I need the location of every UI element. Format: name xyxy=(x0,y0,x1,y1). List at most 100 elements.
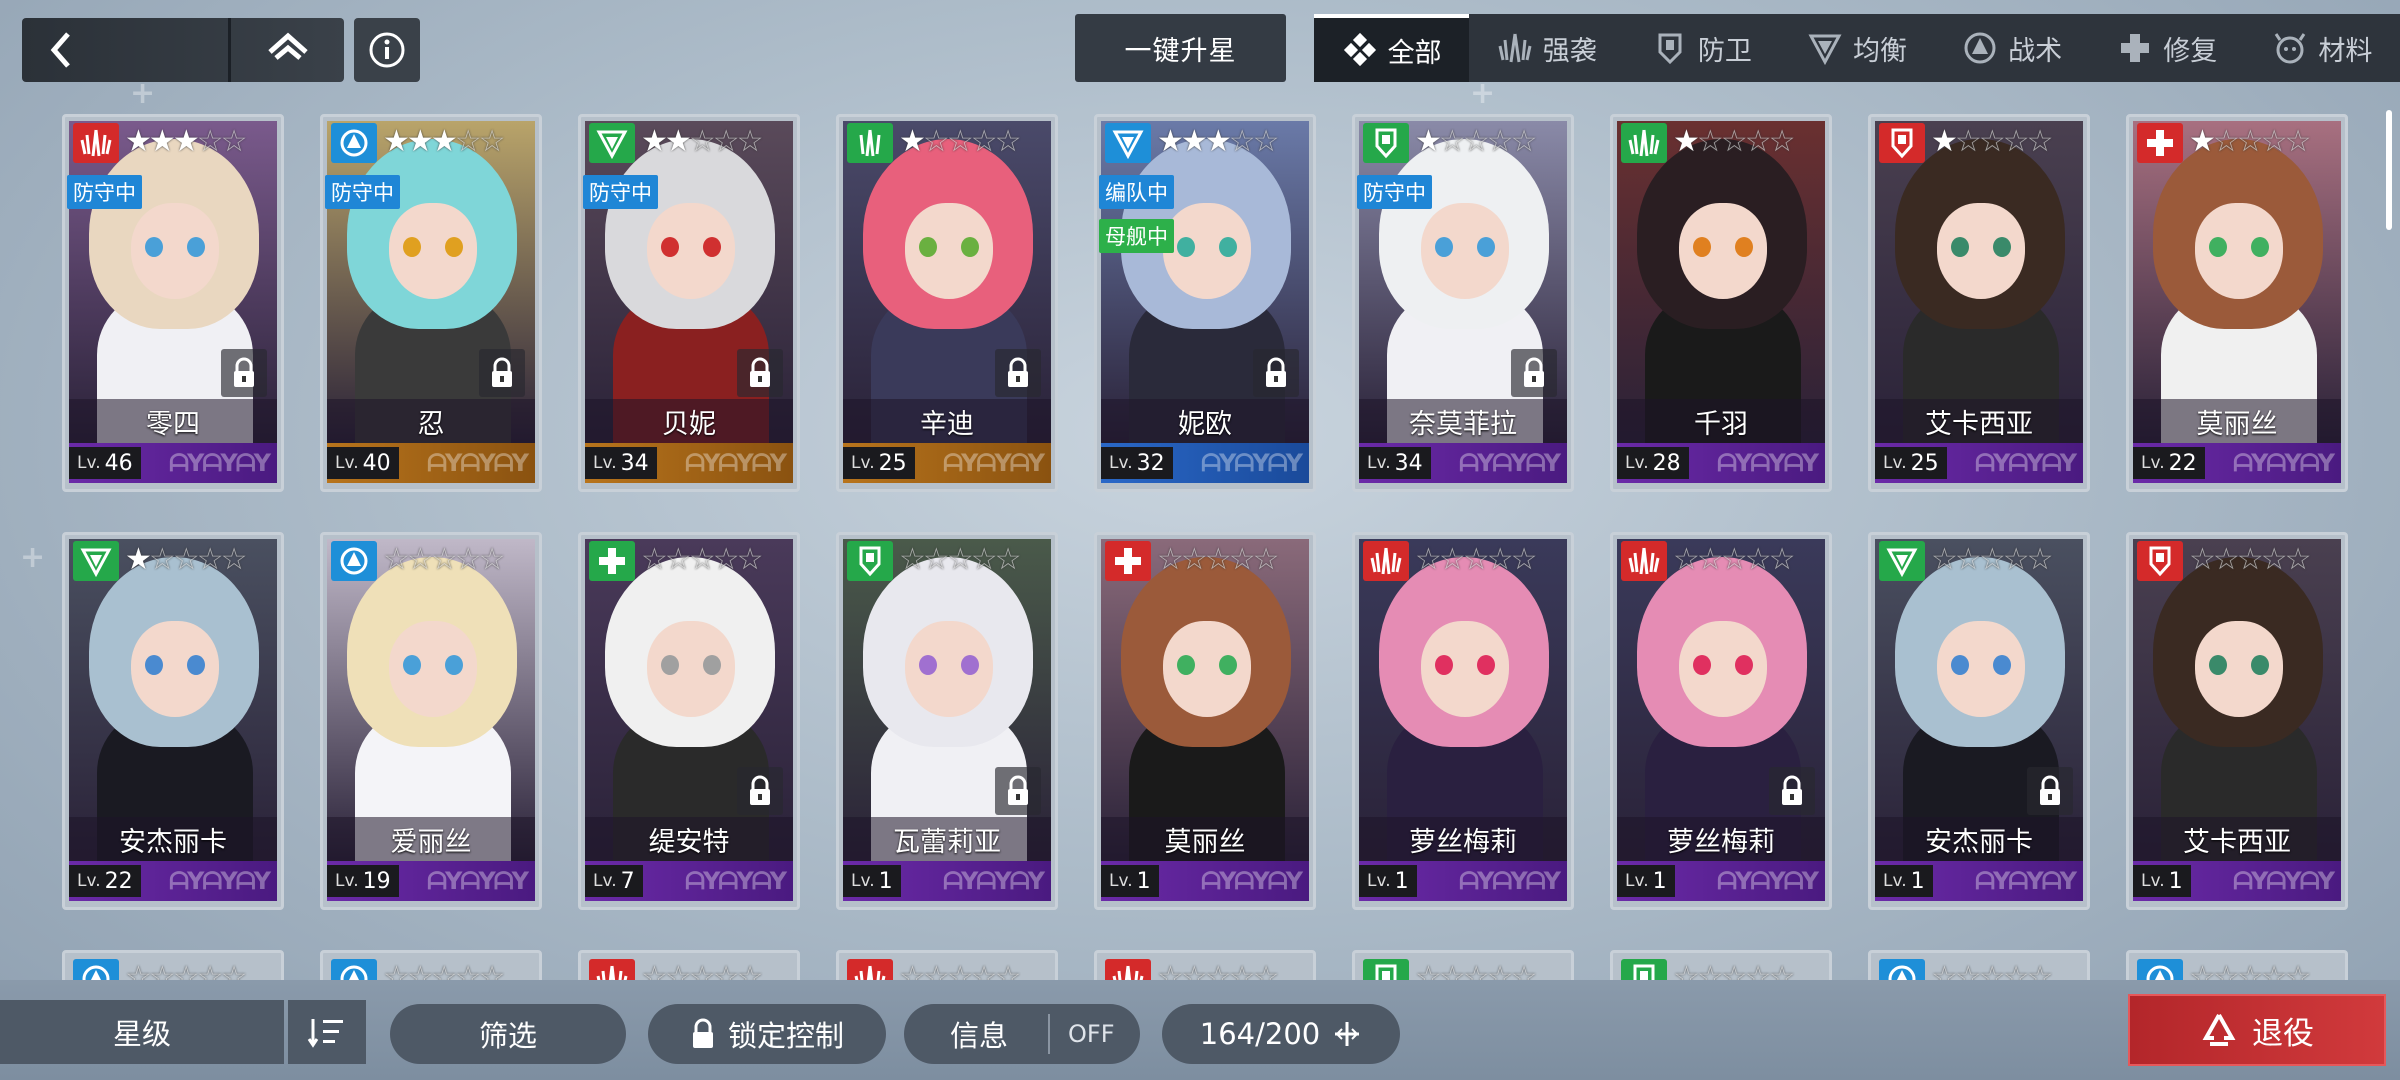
bottom-bar: 星级 筛选 锁定控制 信息 OFF 164/200 退役 xyxy=(0,980,2400,1080)
unit-name: 辛迪 xyxy=(843,399,1051,443)
unit-name: 贝妮 xyxy=(585,399,793,443)
lock-icon[interactable] xyxy=(1253,349,1299,397)
star-rating: ★☆☆☆☆ xyxy=(1673,124,1796,159)
unit-name: 萝丝梅莉 xyxy=(1617,817,1825,861)
unit-card[interactable]: ★☆☆☆☆ 艾卡西亚 Lv. 25 ᗩYᗩYᗩY xyxy=(1868,114,2090,492)
nav-block xyxy=(22,18,344,82)
status-badge: 编队中 xyxy=(1099,175,1174,209)
back-button[interactable] xyxy=(22,18,222,82)
unit-card[interactable]: ★★★☆☆ 防守中忍 Lv. 40 ᗩYᗩYᗩY xyxy=(320,114,542,492)
unit-card[interactable]: ★☆☆☆☆ 莫丽丝 Lv. 22 ᗩYᗩYᗩY xyxy=(2126,114,2348,492)
lock-icon[interactable] xyxy=(2027,767,2073,815)
lock-icon[interactable] xyxy=(737,767,783,815)
unit-card[interactable]: ★☆☆☆☆ 防守中 奈莫菲拉 Lv. 34 ᗩYᗩYᗩY xyxy=(1352,114,1574,492)
lock-icon[interactable] xyxy=(737,349,783,397)
material-icon xyxy=(2272,30,2308,66)
assault-class-icon xyxy=(1621,541,1667,581)
character-portrait xyxy=(2133,539,2341,861)
lock-icon[interactable] xyxy=(221,349,267,397)
tab-repair[interactable]: 修复 xyxy=(2090,14,2245,82)
tab-label: 战术 xyxy=(2008,35,2063,67)
unit-name: 艾卡西亚 xyxy=(2133,817,2341,861)
character-portrait xyxy=(69,539,277,861)
tab-label: 强袭 xyxy=(1542,35,1597,67)
home-button[interactable] xyxy=(228,18,344,82)
unit-card[interactable]: ☆☆☆☆☆ 萝丝梅莉 Lv. 1 ᗩYᗩYᗩY xyxy=(1352,532,1574,910)
level-bar: Lv. 19 ᗩYᗩYᗩY xyxy=(327,861,535,901)
tactic-class-icon xyxy=(1105,123,1151,163)
filter-button[interactable]: 筛选 xyxy=(390,1004,626,1064)
unit-card[interactable]: ★★☆☆☆ 防守中 贝妮 Lv. 34 ᗩYᗩYᗩY xyxy=(578,114,800,492)
unit-name: 千羽 xyxy=(1617,399,1825,443)
star-rating: ☆☆☆☆☆ xyxy=(899,542,1022,577)
star-rating: ★★★☆☆ xyxy=(125,124,248,159)
unit-card[interactable]: ☆☆☆☆☆ 爱丽丝 Lv. 19 ᗩYᗩYᗩY xyxy=(320,532,542,910)
level-label: Lv. 22 xyxy=(69,865,141,897)
tab-assault[interactable]: 强袭 xyxy=(1469,14,1624,82)
unit-card[interactable]: ★☆☆☆☆ 千羽 Lv. 28 ᗩYᗩYᗩY xyxy=(1610,114,1832,492)
level-bar: Lv. 1 ᗩYᗩYᗩY xyxy=(1359,861,1567,901)
unit-name: 奈莫菲拉 xyxy=(1359,399,1567,443)
awakening-marks: ᗩYᗩYᗩY xyxy=(427,449,529,477)
balance-icon xyxy=(1807,30,1843,66)
level-label: Lv. 32 xyxy=(1101,447,1173,479)
status-badge: 母舰中 xyxy=(1099,219,1174,253)
lock-icon[interactable] xyxy=(1511,349,1557,397)
info-toggle[interactable]: 信息 OFF xyxy=(904,1004,1140,1064)
star-rating: ★☆☆☆☆ xyxy=(899,124,1022,159)
scrollbar[interactable] xyxy=(2386,110,2392,230)
tab-tactic[interactable]: 战术 xyxy=(1935,14,2090,82)
unit-card[interactable]: ☆☆☆☆☆ 缇安特 Lv. 7 ᗩYᗩYᗩY xyxy=(578,532,800,910)
info-button[interactable] xyxy=(354,18,420,82)
tab-defense[interactable]: 防卫 xyxy=(1624,14,1779,82)
lock-icon[interactable] xyxy=(479,349,525,397)
star-rating: ☆☆☆☆☆ xyxy=(1157,542,1280,577)
tab-all[interactable]: 全部 xyxy=(1314,14,1470,82)
one-click-upgrade-button[interactable]: 一键升星 xyxy=(1075,14,1286,82)
star-sort-button[interactable]: 星级 xyxy=(0,1000,284,1064)
repair-icon xyxy=(2117,30,2153,66)
star-rating: ☆☆☆☆☆ xyxy=(383,542,506,577)
balance-class-icon xyxy=(1879,541,1925,581)
level-bar: Lv. 40 ᗩYᗩYᗩY xyxy=(327,443,535,483)
unit-name: 安杰丽卡 xyxy=(69,817,277,861)
tab-balance[interactable]: 均衡 xyxy=(1779,14,1934,82)
unit-card[interactable]: ★★★☆☆ 编队中 母舰中 妮欧 Lv. 32 ᗩYᗩYᗩY xyxy=(1094,114,1316,492)
lock-icon[interactable] xyxy=(995,767,1041,815)
level-label: Lv. 1 xyxy=(1617,865,1675,897)
unit-card[interactable]: ★★★☆☆ 防守中 零四 Lv. 46 ᗩYᗩYᗩY xyxy=(62,114,284,492)
lock-icon[interactable] xyxy=(1769,767,1815,815)
lock-control-button[interactable]: 锁定控制 xyxy=(648,1004,886,1064)
defense-class-icon xyxy=(1879,123,1925,163)
level-bar: Lv. 22 ᗩYᗩYᗩY xyxy=(2133,443,2341,483)
level-bar: Lv. 25 ᗩYᗩYᗩY xyxy=(843,443,1051,483)
tab-material[interactable]: 材料 xyxy=(2245,14,2400,82)
sort-order-button[interactable] xyxy=(288,1000,366,1064)
character-portrait xyxy=(1875,121,2083,443)
level-label: Lv. 7 xyxy=(585,865,643,897)
capacity-button[interactable]: 164/200 xyxy=(1162,1004,1400,1064)
defense-class-icon xyxy=(2137,541,2183,581)
retire-label: 退役 xyxy=(2252,1015,2314,1052)
star-rating: ☆☆☆☆☆ xyxy=(1673,542,1796,577)
level-bar: Lv. 32 ᗩYᗩYᗩY xyxy=(1101,443,1309,483)
character-portrait xyxy=(1617,121,1825,443)
unit-card[interactable]: ☆☆☆☆☆ 艾卡西亚 Lv. 1 ᗩYᗩYᗩY xyxy=(2126,532,2348,910)
home-icon xyxy=(267,32,308,60)
unit-card[interactable]: ★☆☆☆☆ 安杰丽卡 Lv. 22 ᗩYᗩYᗩY xyxy=(62,532,284,910)
repair-class-icon xyxy=(2137,123,2183,163)
character-portrait xyxy=(1359,539,1567,861)
level-label: Lv. 1 xyxy=(843,865,901,897)
unit-card[interactable]: ☆☆☆☆☆ 瓦蕾莉亚 Lv. 1 ᗩYᗩYᗩY xyxy=(836,532,1058,910)
unit-card[interactable]: ☆☆☆☆☆ 莫丽丝 Lv. 1 ᗩYᗩYᗩY xyxy=(1094,532,1316,910)
lock-icon[interactable] xyxy=(995,349,1041,397)
unit-card[interactable]: ☆☆☆☆☆ 安杰丽卡 Lv. 1 ᗩYᗩYᗩY xyxy=(1868,532,2090,910)
filter-label: 筛选 xyxy=(478,1019,537,1053)
tab-label: 材料 xyxy=(2318,35,2373,67)
awakening-marks: ᗩYᗩYᗩY xyxy=(1717,867,1819,895)
unit-card[interactable]: ☆☆☆☆☆ 萝丝梅莉 Lv. 1 ᗩYᗩYᗩY xyxy=(1610,532,1832,910)
unit-card[interactable]: ★☆☆☆☆ 辛迪 Lv. 25 ᗩYᗩYᗩY xyxy=(836,114,1058,492)
retire-button[interactable]: 退役 xyxy=(2128,994,2386,1066)
tactic-icon xyxy=(1962,30,1998,66)
info-toggle-state: OFF xyxy=(1068,1020,1115,1048)
